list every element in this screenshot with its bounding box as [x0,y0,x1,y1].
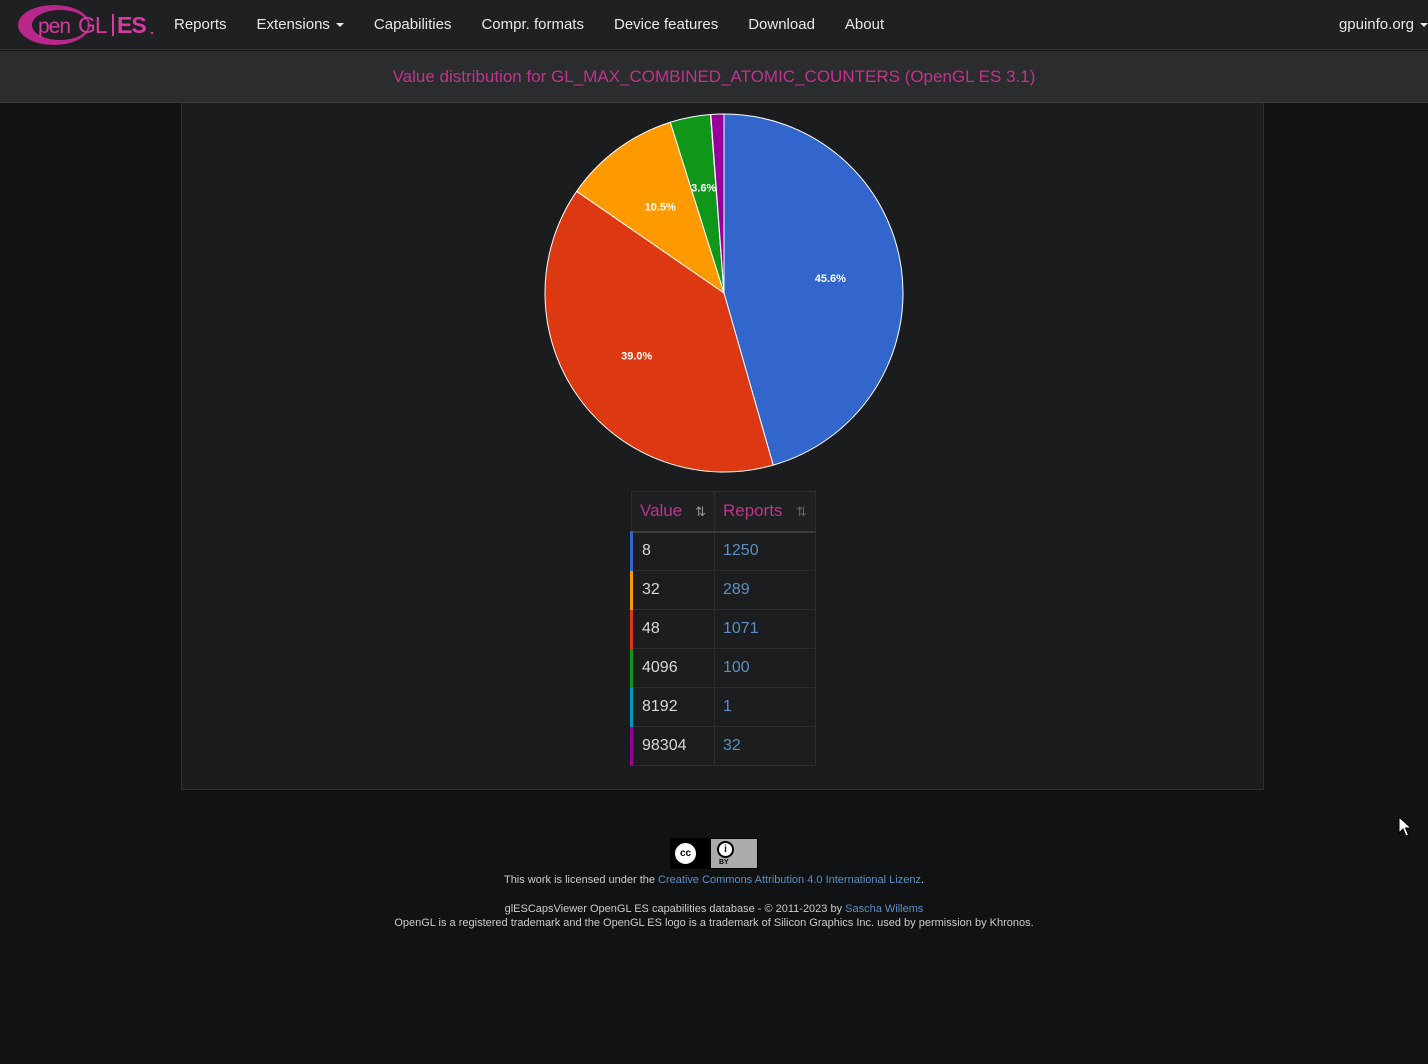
opengl-es-logo[interactable]: pen GL ES [16,2,156,48]
nav-item-label: Compr. formats [481,16,584,33]
value-cell: 32 [630,570,715,610]
column-header-value-label: Value [640,501,683,521]
reports-link[interactable]: 289 [714,570,816,610]
nav-item-device-features[interactable]: Device features [599,0,733,50]
nav-item-reports[interactable]: Reports [159,0,242,50]
table-row: 8192 1 [630,687,816,727]
nav-menu: Reports Extensions Capabilities Compr. form… [159,0,899,50]
value-cell: 48 [630,609,715,649]
trademark-text: OpenGL is a registered trademark and the… [394,917,1034,929]
chevron-down-icon [1420,23,1428,28]
column-header-reports-label: Reports [723,501,783,521]
sort-icon: ⇅ [796,504,807,519]
column-header-reports[interactable]: Reports ⇅ [714,491,816,533]
value-cell: 8192 [630,687,715,727]
table-row: 32 289 [630,570,816,610]
nav-item-extensions[interactable]: Extensions [242,0,359,50]
nav-item-label: About [844,16,885,33]
page-title: Value distribution for GL_MAX_COMBINED_A… [392,67,1036,86]
table-row: 48 1071 [630,609,816,649]
gpuinfo-menu[interactable]: gpuinfo.org [1339,0,1428,50]
sort-ascending-icon: ⇅ [695,504,706,519]
copyright-text: glESCapsViewer OpenGL ES capabilities da… [0,902,1428,916]
pie-slice-label: 45.6% [815,273,846,285]
title-bar: Value distribution for GL_MAX_COMBINED_A… [0,51,1428,103]
by-label: BY [719,859,729,866]
pie-chart: 45.6% 39.0% 10.5% 3.6% [544,113,904,473]
pie-slice-label: 39.0% [621,351,652,363]
reports-link[interactable]: 1250 [714,531,816,571]
nav-item-about[interactable]: About [830,0,899,50]
column-header-value[interactable]: Value ⇅ [631,491,715,533]
license-suffix: . [920,874,925,886]
cc-by-license-badge[interactable]: cc i BY [670,838,758,869]
gpuinfo-label: gpuinfo.org [1338,16,1414,33]
table-row: 8 1250 [630,531,816,571]
reports-link[interactable]: 1071 [714,609,816,649]
value-cell: 4096 [630,648,715,688]
nav-item-label: Download [748,16,815,33]
nav-item-label: Capabilities [373,16,452,33]
svg-text:ES: ES [117,12,146,38]
nav-item-label: Extensions [256,16,330,33]
distribution-table: Value ⇅ Reports ⇅ 8 1250 32 289 48 1071 4096 10… [630,491,816,766]
svg-text:GL: GL [78,12,108,38]
pie-slice-label: 3.6% [691,183,716,195]
table-row: 98304 32 [630,726,816,766]
chevron-down-icon [335,23,344,28]
reports-link[interactable]: 32 [714,726,816,766]
value-cell: 8 [630,531,715,571]
reports-link[interactable]: 100 [714,648,816,688]
author-link[interactable]: Sascha Willems [845,903,923,915]
license-link[interactable]: Creative Commons Attribution 4.0 Interna… [658,874,921,886]
cc-icon: cc [673,841,698,866]
reports-link[interactable]: 1 [714,687,816,727]
nav-item-compr-formats[interactable]: Compr. formats [466,0,599,50]
nav-item-label: Device features [613,16,719,33]
mouse-cursor-icon [1398,816,1412,837]
attribution-icon: i [717,841,734,858]
license-prefix: This work is licensed under the [503,874,659,886]
table-row: 4096 100 [630,648,816,688]
navbar: pen GL ES Reports Extensions Capabilities C… [0,0,1428,50]
footer: cc i BY This work is licensed under the … [0,838,1428,930]
nav-item-label: Reports [174,16,227,33]
nav-item-download[interactable]: Download [733,0,830,50]
svg-text:pen: pen [38,15,70,38]
value-cell: 98304 [630,726,715,766]
nav-item-capabilities[interactable]: Capabilities [359,0,467,50]
pie-slice-label: 10.5% [645,202,676,214]
license-text: This work is licensed under the Creative… [0,873,1428,887]
copyright-prefix: glESCapsViewer OpenGL ES capabilities da… [504,903,846,915]
